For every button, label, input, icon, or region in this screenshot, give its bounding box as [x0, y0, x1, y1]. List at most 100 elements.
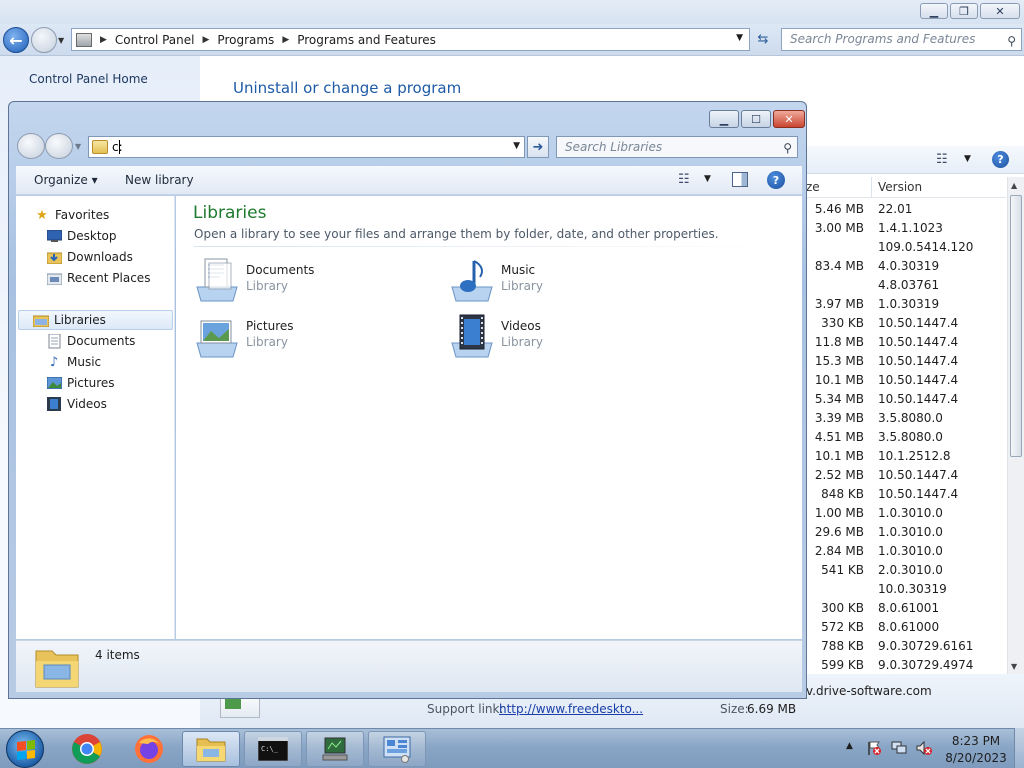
vertical-scrollbar[interactable]: ▲ ▼	[1007, 177, 1024, 674]
nav-videos[interactable]: Videos	[46, 394, 107, 414]
nav-desktop[interactable]: Desktop	[46, 226, 117, 246]
program-row[interactable]: 848 KB 10.50.1447.4	[806, 484, 1006, 503]
maximize-icon: ☐	[751, 112, 761, 126]
program-row[interactable]: 29.6 MB 1.0.3010.0	[806, 522, 1006, 541]
views-dropdown[interactable]: ▼	[964, 154, 971, 164]
program-version: 10.50.1447.4	[878, 335, 959, 349]
publisher-text: v.drive-software.com	[806, 684, 932, 698]
volume-muted-icon[interactable]	[916, 740, 932, 756]
lib-back-button[interactable]	[17, 133, 45, 159]
system-clock[interactable]: 8:23 PM 8/20/2023	[940, 733, 1012, 767]
lib-forward-button[interactable]	[45, 133, 73, 159]
help-icon[interactable]: ?	[767, 171, 785, 189]
breadcrumb-control-panel[interactable]: Control Panel ▶	[115, 33, 210, 47]
program-row[interactable]: 541 KB 2.0.3010.0	[806, 560, 1006, 579]
documents-library-tile[interactable]: Documents Library	[193, 257, 413, 305]
address-dropdown[interactable]: ▼	[736, 33, 743, 43]
address-dropdown[interactable]: ▼	[513, 141, 520, 151]
program-row[interactable]: 4.8.03761	[806, 275, 1006, 294]
control-panel-home-link[interactable]: Control Panel Home	[29, 72, 148, 86]
nav-libraries[interactable]: Libraries	[18, 310, 173, 330]
lib-close-button[interactable]: ✕	[773, 110, 805, 128]
nav-downloads[interactable]: Downloads	[46, 247, 133, 267]
change-view-icon[interactable]: ☷	[678, 172, 690, 187]
firefox-icon	[135, 735, 163, 763]
program-row[interactable]: 10.1 MB 10.50.1447.4	[806, 370, 1006, 389]
forward-button[interactable]	[31, 27, 57, 53]
network-status-icon[interactable]	[891, 740, 907, 756]
scroll-down-icon[interactable]: ▼	[1011, 662, 1017, 671]
views-icon[interactable]: ☷	[936, 152, 948, 167]
maximize-button[interactable]: ❐	[950, 3, 978, 19]
program-row[interactable]: 1.00 MB 1.0.3010.0	[806, 503, 1006, 522]
lib-search-input[interactable]: Search Libraries ⚲	[556, 136, 798, 158]
refresh-button[interactable]: ⇆	[752, 28, 774, 51]
action-center-flag-icon[interactable]	[866, 740, 882, 756]
program-row[interactable]: 10.1 MB 10.1.2512.8	[806, 446, 1006, 465]
view-options-dropdown[interactable]: ▼	[704, 174, 711, 184]
explorer-taskbar-button[interactable]	[182, 731, 240, 767]
lib-maximize-button[interactable]: ☐	[741, 110, 771, 128]
program-row[interactable]: 2.84 MB 1.0.3010.0	[806, 541, 1006, 560]
search-input[interactable]: Search Programs and Features ⚲	[781, 28, 1022, 51]
network-taskbar-button[interactable]	[306, 731, 364, 767]
lib-minimize-button[interactable]: ▁	[709, 110, 739, 128]
version-column-header[interactable]: Version	[878, 180, 922, 194]
show-hidden-icons-button[interactable]: ▲	[846, 741, 853, 751]
chrome-taskbar-button[interactable]	[58, 731, 116, 767]
program-row[interactable]: 83.4 MB 4.0.30319	[806, 256, 1006, 275]
preview-pane-icon[interactable]	[732, 172, 748, 187]
program-row[interactable]: 2.52 MB 10.50.1447.4	[806, 465, 1006, 484]
go-button[interactable]: ➜	[527, 136, 549, 158]
new-library-button[interactable]: New library	[125, 173, 194, 187]
program-row[interactable]: 11.8 MB 10.50.1447.4	[806, 332, 1006, 351]
program-row[interactable]: 3.00 MB 1.4.1.1023	[806, 218, 1006, 237]
program-row[interactable]: 5.34 MB 10.50.1447.4	[806, 389, 1006, 408]
nav-recent-places[interactable]: Recent Places	[46, 268, 150, 288]
support-link[interactable]: http://www.freedeskto...	[499, 702, 643, 716]
program-row[interactable]: 330 KB 10.50.1447.4	[806, 313, 1006, 332]
cmd-taskbar-button[interactable]: C:\_	[244, 731, 302, 767]
program-row[interactable]: 15.3 MB 10.50.1447.4	[806, 351, 1006, 370]
program-row[interactable]: 4.51 MB 3.5.8080.0	[806, 427, 1006, 446]
scrollbar-thumb[interactable]	[1010, 195, 1022, 457]
lib-recent-dropdown[interactable]: ▼	[75, 142, 81, 151]
videos-library-tile[interactable]: Videos Library	[448, 313, 668, 361]
program-row[interactable]: 5.46 MB 22.01	[806, 199, 1006, 218]
breadcrumb-programs-features[interactable]: Programs and Features	[297, 33, 436, 47]
program-row[interactable]: 572 KB 8.0.61000	[806, 617, 1006, 636]
control-panel-taskbar-button[interactable]	[368, 731, 426, 767]
program-row[interactable]: 788 KB 9.0.30729.6161	[806, 636, 1006, 655]
lib-address-bar[interactable]: c: ▼	[88, 136, 525, 158]
breadcrumb-separator: ▶	[100, 34, 107, 45]
program-row[interactable]: 3.97 MB 1.0.30319	[806, 294, 1006, 313]
organize-button[interactable]: Organize ▾	[34, 173, 98, 187]
nav-music[interactable]: ♪ Music	[46, 352, 101, 372]
start-button[interactable]	[6, 730, 44, 768]
program-row[interactable]: 109.0.5414.120	[806, 237, 1006, 256]
show-desktop-button[interactable]	[1014, 728, 1024, 768]
program-row[interactable]: 3.39 MB 3.5.8080.0	[806, 408, 1006, 427]
program-row[interactable]: 599 KB 9.0.30729.4974	[806, 655, 1006, 674]
program-version: 8.0.61000	[878, 620, 940, 634]
program-row[interactable]: 300 KB 8.0.61001	[806, 598, 1006, 617]
size-column-header[interactable]: ze	[806, 180, 820, 194]
nav-favorites[interactable]: ★ Favorites	[34, 205, 109, 225]
back-arrow-icon: ←	[9, 30, 23, 50]
help-icon[interactable]: ?	[992, 151, 1009, 168]
music-library-tile[interactable]: Music Library	[448, 257, 668, 305]
nav-pictures[interactable]: Pictures	[46, 373, 115, 393]
close-button[interactable]: ✕	[980, 3, 1020, 19]
nav-documents[interactable]: Documents	[46, 331, 135, 351]
back-button[interactable]: ←	[3, 27, 29, 53]
firefox-taskbar-button[interactable]	[120, 731, 178, 767]
program-row[interactable]: 10.0.30319	[806, 579, 1006, 598]
breadcrumb-programs[interactable]: Programs ▶	[217, 33, 289, 47]
scroll-up-icon[interactable]: ▲	[1011, 181, 1017, 190]
pictures-icon	[46, 376, 62, 390]
address-bar[interactable]: ▶ Control Panel ▶ Programs ▶ Programs and …	[71, 28, 750, 51]
minimize-button[interactable]: ▁	[920, 3, 948, 19]
pictures-library-tile[interactable]: Pictures Library	[193, 313, 413, 361]
recent-pages-dropdown[interactable]: ▼	[58, 36, 64, 45]
address-input-value[interactable]: c:	[112, 140, 123, 154]
